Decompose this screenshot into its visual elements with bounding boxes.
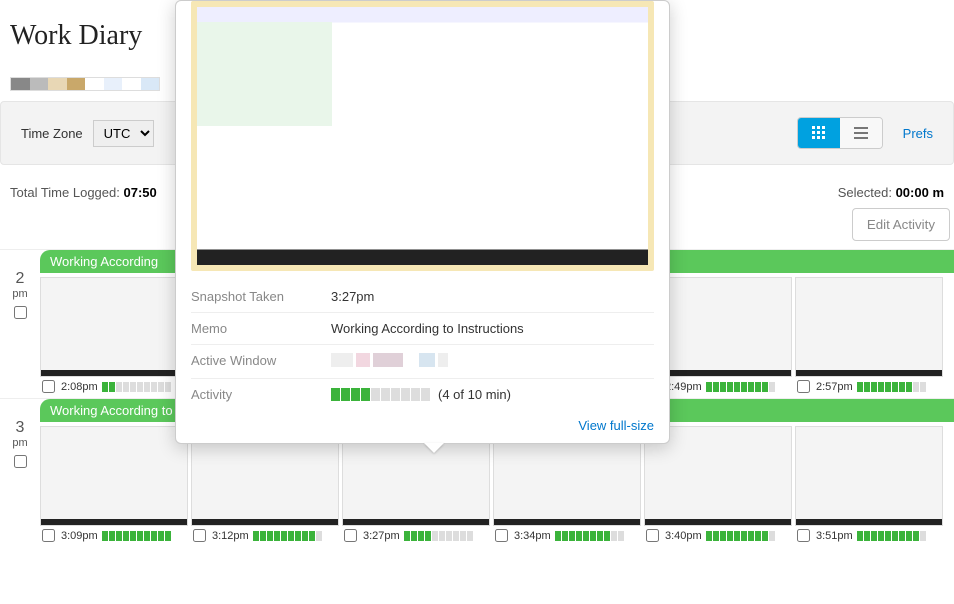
snapshot-time: 3:51pm (816, 530, 853, 542)
snapshot-thumbnail[interactable]: 3:09pm (40, 426, 188, 545)
activity-bar (404, 531, 473, 541)
active-window-value (331, 353, 448, 370)
thumb-footer: 2:08pm (40, 377, 188, 396)
activity-bar (857, 531, 926, 541)
total-time: Total Time Logged: 07:50 (10, 185, 157, 200)
view-full-size-link[interactable]: View full-size (578, 418, 654, 433)
activity-bar (857, 382, 926, 392)
activity-bar (102, 531, 171, 541)
hour-label: 2pm (0, 250, 40, 398)
thumb-footer: 3:09pm (40, 526, 188, 545)
snapshot-popover: Snapshot Taken 3:27pm Memo Working Accor… (175, 0, 670, 444)
activity-bar (102, 382, 171, 392)
hour-select-checkbox[interactable] (14, 306, 27, 319)
snapshot-time: 2:08pm (61, 381, 98, 393)
snapshot-thumbnail[interactable]: 3:40pm (644, 426, 792, 545)
snapshot-image (40, 277, 188, 377)
snapshot-taken-value: 3:27pm (331, 289, 374, 304)
activity-value: (4 of 10 min) (331, 387, 511, 402)
thumb-footer: 3:40pm (644, 526, 792, 545)
list-icon (854, 126, 868, 140)
activity-bar (555, 531, 624, 541)
grid-view-button[interactable] (798, 118, 840, 148)
snapshot-time: 3:12pm (212, 530, 249, 542)
grid-icon (812, 126, 826, 140)
snapshot-image (795, 426, 943, 526)
popover-arrow (424, 443, 444, 453)
activity-bar (331, 388, 430, 401)
memo-label: Memo (191, 321, 331, 336)
snapshot-thumbnail[interactable]: 2:08pm (40, 277, 188, 396)
thumb-footer: 3:27pm (342, 526, 490, 545)
snapshot-select-checkbox[interactable] (797, 380, 810, 393)
snapshot-time: 3:34pm (514, 530, 551, 542)
activity-bar (706, 382, 775, 392)
activity-label: Activity (191, 387, 331, 402)
thumb-footer: 3:12pm (191, 526, 339, 545)
snapshot-select-checkbox[interactable] (646, 529, 659, 542)
snapshot-time: 3:09pm (61, 530, 98, 542)
snapshot-thumbnail[interactable]: 3:51pm (795, 426, 943, 545)
prefs-link[interactable]: Prefs (903, 126, 933, 141)
view-toggle (797, 117, 883, 149)
timezone-label: Time Zone (21, 126, 83, 141)
activity-bar (706, 531, 775, 541)
thumb-footer: 3:34pm (493, 526, 641, 545)
snapshot-time: 3:40pm (665, 530, 702, 542)
snapshot-select-checkbox[interactable] (193, 529, 206, 542)
snapshot-large-image (191, 1, 654, 271)
timezone-select[interactable]: UTC (93, 120, 154, 147)
selected-time: Selected: 00:00 m (838, 185, 944, 200)
list-view-button[interactable] (840, 118, 882, 148)
snapshot-select-checkbox[interactable] (797, 529, 810, 542)
color-swatch-bar (10, 77, 160, 91)
snapshot-time: 2:57pm (816, 381, 853, 393)
memo-value: Working According to Instructions (331, 321, 524, 336)
timezone-control: Time Zone UTC (21, 120, 154, 147)
snapshot-select-checkbox[interactable] (42, 380, 55, 393)
snapshot-time: 2:49pm (665, 381, 702, 393)
hour-select-checkbox[interactable] (14, 455, 27, 468)
edit-activity-button[interactable]: Edit Activity (852, 208, 950, 241)
snapshot-image (40, 426, 188, 526)
snapshot-image (795, 277, 943, 377)
snapshot-thumbnail[interactable]: 2:57pm (795, 277, 943, 396)
active-window-label: Active Window (191, 353, 331, 370)
snapshot-select-checkbox[interactable] (344, 529, 357, 542)
activity-bar (253, 531, 322, 541)
hour-label: 3pm (0, 399, 40, 547)
snapshot-select-checkbox[interactable] (42, 529, 55, 542)
snapshot-select-checkbox[interactable] (495, 529, 508, 542)
thumb-footer: 3:51pm (795, 526, 943, 545)
snapshot-time: 3:27pm (363, 530, 400, 542)
snapshot-taken-label: Snapshot Taken (191, 289, 331, 304)
thumb-footer: 2:57pm (795, 377, 943, 396)
